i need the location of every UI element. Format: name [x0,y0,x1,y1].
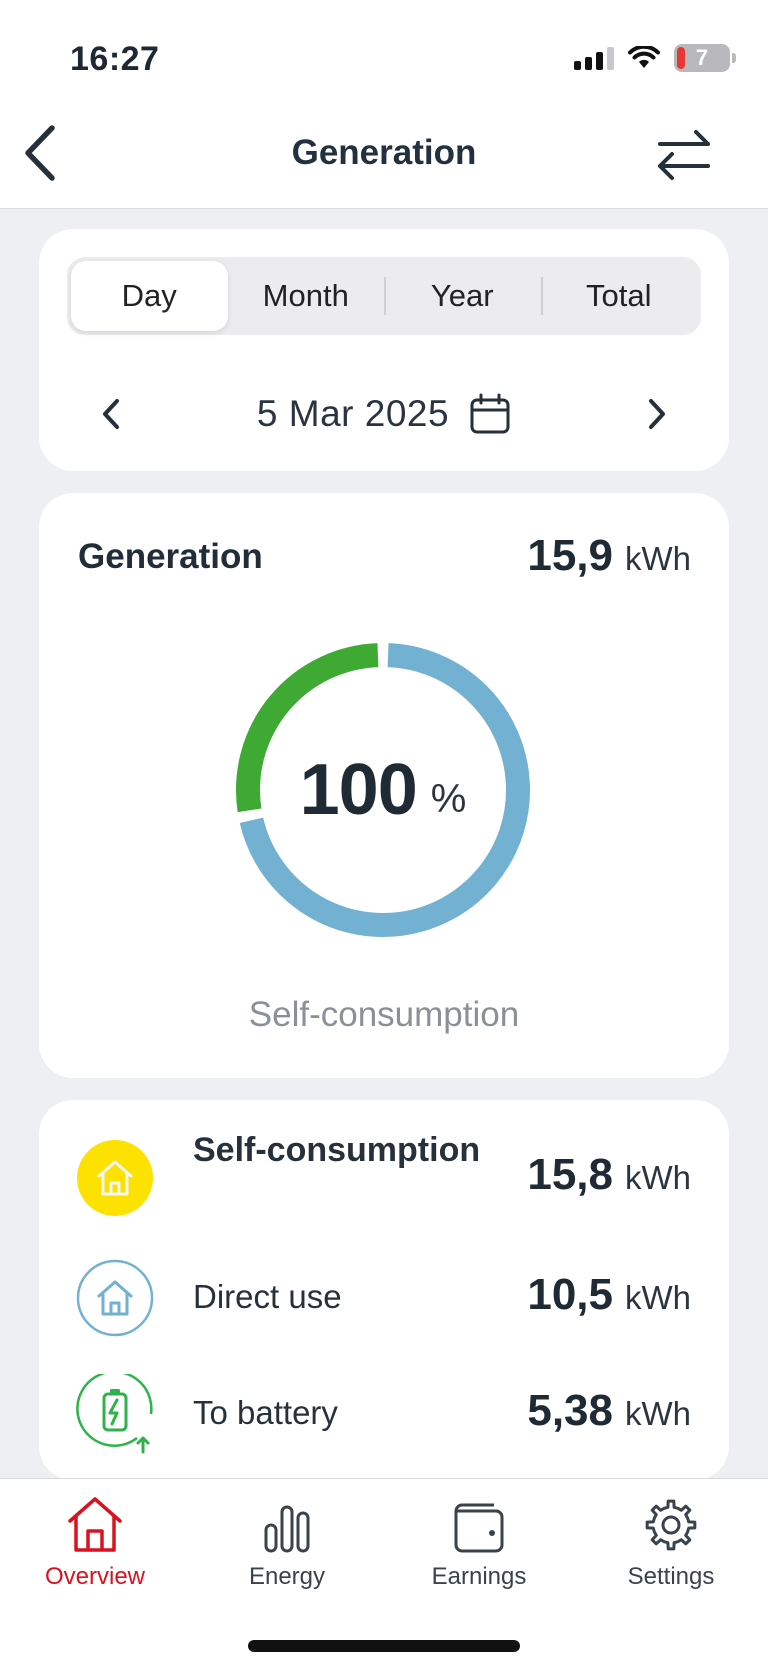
wallet-icon [454,1503,504,1553]
to-battery-amount: 5,38 kWh [527,1386,691,1436]
tab-year[interactable]: Year [384,261,541,331]
generation-total: 15,9 kWh [527,531,691,581]
generation-value: 15,9 [527,531,613,580]
tab-earnings[interactable]: Earnings [384,1495,574,1595]
gear-icon [645,1499,697,1551]
row-unit: kWh [625,1279,691,1316]
direct-use-amount: 10,5 kWh [527,1270,691,1320]
direct-use-label: Direct use [193,1278,342,1315]
tab-settings[interactable]: Settings [576,1495,766,1595]
tab-label: Overview [44,1563,146,1590]
swap-arrows-icon[interactable] [654,126,714,184]
percent-value: 100 [299,750,418,830]
bottom-tab-bar: Overview Energy Earnings Settings [0,1478,768,1663]
self-consumption-amount: 15,8 kWh [527,1150,691,1200]
row-unit: kWh [625,1159,691,1196]
period-card: Day Month Year Total 5 Mar 2025 [39,229,729,471]
breakdown-card: Self-consumption 15,8 kWh Direct use 10,… [39,1100,729,1480]
row-value: 10,5 [527,1270,613,1319]
list-item-direct-use[interactable]: Direct use 10,5 kWh [39,1248,729,1348]
home-icon [68,1497,122,1552]
home-indicator [248,1640,520,1652]
cellular-signal-icon [574,46,614,70]
period-segmented-control: Day Month Year Total [67,257,701,335]
home-outline-icon [76,1259,154,1337]
battery-icon: 7 [674,44,736,72]
tab-label: Energy [248,1563,326,1590]
battery-charge-icon [76,1374,153,1454]
percent-unit: % [430,776,467,821]
status-time: 16:27 [70,40,160,78]
top-bar: 16:27 7 Generation [0,0,768,209]
bar-chart-icon [264,1505,310,1553]
tab-energy[interactable]: Energy [192,1495,382,1595]
row-value: 15,8 [527,1150,613,1199]
page-title: Generation [291,133,477,172]
date-label: 5 Mar 2025 [256,393,450,434]
calendar-icon [470,393,510,434]
generation-card: Generation 15,9 kWh 100 % Self-consumpti… [39,493,729,1078]
self-consumption-percent: 100 % [224,631,542,949]
tab-total[interactable]: Total [540,261,698,331]
date-navigator: 5 Mar 2025 [39,379,729,449]
list-item-to-battery[interactable]: To battery 5,38 kWh [39,1364,729,1464]
home-filled-icon [77,1140,153,1216]
tab-month[interactable]: Month [228,261,385,331]
ring-caption: Self-consumption [248,995,520,1034]
next-date-button[interactable] [637,389,677,439]
tab-day[interactable]: Day [71,261,228,331]
tab-overview[interactable]: Overview [0,1495,190,1595]
wifi-icon [628,46,660,68]
tab-label: Earnings [431,1563,527,1590]
row-unit: kWh [625,1395,691,1432]
row-value: 5,38 [527,1386,613,1435]
list-item-self-consumption[interactable]: Self-consumption 15,8 kWh [39,1130,729,1230]
date-picker-button[interactable]: 5 Mar 2025 [39,379,729,449]
status-icons: 7 [574,44,736,72]
battery-level: 7 [695,45,709,70]
self-consumption-label: Self-consumption [193,1131,481,1169]
tab-label: Settings [627,1563,715,1590]
generation-title: Generation [78,537,263,576]
to-battery-label: To battery [193,1394,338,1431]
generation-unit: kWh [625,540,691,577]
